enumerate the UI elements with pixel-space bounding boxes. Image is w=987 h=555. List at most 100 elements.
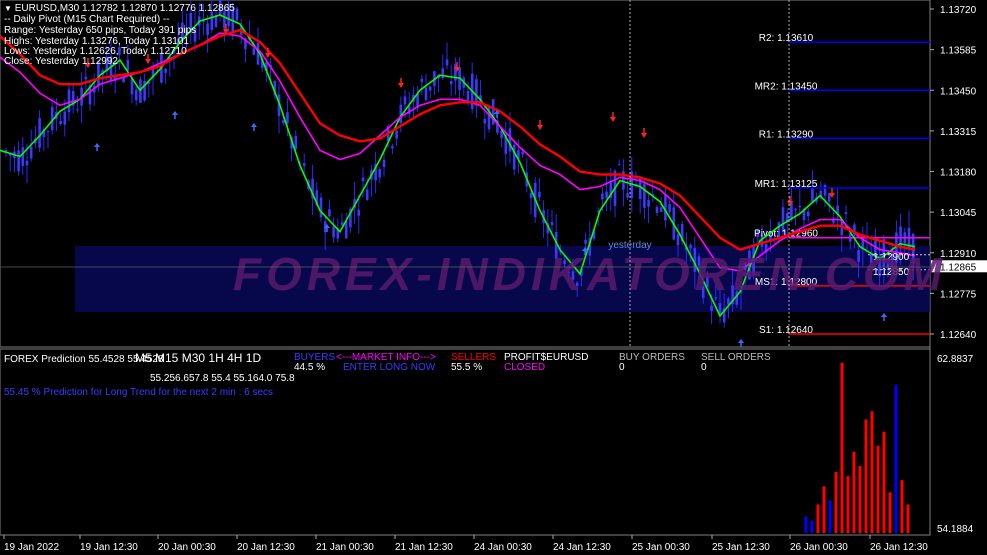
histogram-bar [840,362,844,533]
histogram-bar [894,385,898,533]
pivot-label: R1: 1.13290 [759,129,814,140]
time-tick-label: 20 Jan 12:30 [237,542,295,553]
histogram-bar [852,451,856,533]
candle-body [605,191,608,198]
time-tick-label: 19 Jan 2022 [4,542,59,553]
candle-body [710,305,713,312]
candle-body [139,79,142,103]
time-axis: 19 Jan 2022 19 Jan 12:30 20 Jan 00:30 20 Ja… [3,535,928,553]
candle-body [643,183,646,208]
tf-value: 55.4 [211,373,231,384]
time-tick-label: 20 Jan 00:30 [158,542,216,553]
candle-body [126,59,130,71]
tf-value: 56.6 [169,373,189,384]
histogram-bar [870,411,874,533]
price-tick-label: 1.13720 [940,5,977,16]
tf-value: 64.0 [252,373,273,384]
candle-body [428,86,432,91]
histogram-bar [888,492,892,533]
candle-body [332,226,335,238]
buy-orders-value: 0 [619,362,625,373]
price-tick-label: 1.13450 [940,86,977,97]
sell-orders-label: SELL ORDERS [701,352,771,363]
candle-body [659,207,663,212]
candle-body [420,78,424,82]
closed-label: CLOSED [504,362,546,373]
pivot-range: Range: Yesterday 650 pips, Today 391 pip… [4,25,197,36]
candle-body [441,68,445,79]
tf-4h: 4H [227,351,243,365]
tf-m5: M5 [135,351,152,365]
candle-body [235,8,239,21]
candle-body [302,163,306,167]
candle-body [21,147,25,166]
candle-body [445,59,449,66]
time-tick-label: 26 Jan 12:30 [870,542,928,553]
candle-body [164,68,167,73]
candle-body [319,197,323,218]
histogram-bar [822,486,826,533]
time-tick-label: 24 Jan 12:30 [553,542,611,553]
buy-orders-label: BUY ORDERS [619,352,685,363]
candle-body [538,191,541,198]
candle-body [508,128,512,152]
histogram-bar [828,500,832,533]
candle-body [281,120,285,124]
tf-value: 55.2 [150,373,170,384]
histogram-bar [876,445,880,533]
candle-body [84,76,88,80]
pivot-close: Close: Yesterday 1.12992 [4,56,118,67]
candle-body [617,164,621,166]
candle-body [664,194,667,221]
candle-body [206,23,209,35]
tf-1h: 1H [208,351,224,365]
tf-value: 75.8 [275,373,295,384]
histogram-bar [834,472,838,533]
candle-body [122,77,125,83]
tf-m15: M15 [155,351,179,365]
timeframes-row: M5 M15 M30 1H 4H 1D [135,351,262,365]
sub-panel-frame [0,348,931,536]
candle-body [382,159,386,168]
candle-body [449,80,453,85]
candle-body [134,89,138,101]
histogram-bar [858,465,862,533]
price-tick-label: 1.12640 [940,330,977,341]
candle-body [29,146,33,159]
tf-1d: 1D [245,351,262,365]
candle-body [286,112,289,124]
candle-body [328,209,331,217]
time-tick-label: 25 Jan 12:30 [712,542,770,553]
histogram-bar [816,504,820,533]
pivot-label: R2: 1.13610 [759,33,814,44]
histogram-bar [810,520,814,533]
candle-body [294,136,298,149]
candle-body [357,209,361,216]
tf-values-row: 55.256.657.8 55.4 55.164.0 75.8 [150,374,295,384]
candle-body [59,120,62,125]
candle-body [378,169,382,178]
buyers-value: 44.5 % [294,362,326,373]
candle-body [806,211,810,217]
candle-body [403,96,407,105]
yesterday-label: yesterday [608,240,651,251]
candle-body [210,11,214,30]
candle-body [512,144,516,170]
candle-body [38,118,41,148]
candle-body [391,146,394,149]
time-tick-label: 24 Jan 00:30 [474,542,532,553]
price-tick-label: 1.13180 [940,168,977,179]
sub-scale-max: 62.8837 [937,354,974,365]
candle-body [466,90,470,102]
symbol-info-row: ▼ EURUSD,M30 1.12782 1.12870 1.12776 1.1… [4,3,235,14]
candle-body [252,48,256,55]
candle-body [67,89,71,113]
sub-scale-min: 54.1884 [937,524,974,535]
tf-value: 57.8 [188,373,209,384]
pivot-label: MR2: 1.13450 [755,81,818,92]
candle-body [550,221,554,226]
candle-body [668,203,671,212]
enter-signal: ENTER LONG NOW [343,362,436,373]
pivot-label: MR1: 1.13125 [755,179,818,190]
tf-value: 55.1 [233,373,253,384]
